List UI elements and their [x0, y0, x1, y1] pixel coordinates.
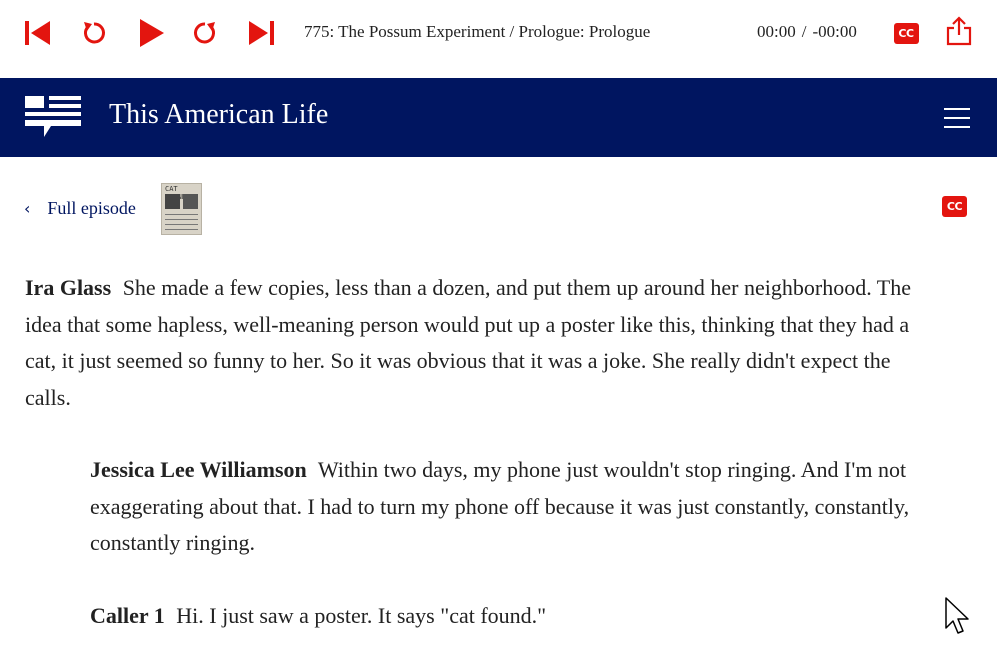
- share-icon: [946, 16, 972, 46]
- transcript: Ira Glass She made a few copies, less th…: [25, 270, 935, 648]
- transcript-text: She made a few copies, less than a dozen…: [25, 275, 912, 410]
- time-current: 00:00: [757, 22, 796, 41]
- full-episode-link[interactable]: ‹ Full episode: [24, 198, 136, 219]
- speaker-name: Caller 1: [90, 602, 165, 628]
- site-brand-name[interactable]: This American Life: [109, 99, 328, 131]
- closed-captions-button[interactable]: CC: [893, 21, 919, 45]
- site-logo[interactable]: [25, 96, 81, 143]
- share-button[interactable]: [946, 16, 972, 46]
- forward-icon: [194, 22, 215, 44]
- time-separator: /: [801, 22, 807, 41]
- episode-title: 775: The Possum Experiment / Prologue: P…: [304, 22, 651, 41]
- mouse-cursor-icon: [944, 596, 970, 641]
- transcript-cc-button[interactable]: CC: [942, 196, 967, 217]
- skip-back-button[interactable]: [24, 14, 52, 52]
- play-icon: [140, 19, 164, 47]
- skip-forward-icon: [249, 21, 274, 45]
- logo-icon: [25, 96, 81, 137]
- hamburger-menu-icon[interactable]: [944, 107, 972, 129]
- skip-forward-button[interactable]: [247, 14, 275, 52]
- episode-thumbnail[interactable]: CAT FOUND!: [161, 183, 202, 235]
- play-button[interactable]: [136, 14, 166, 52]
- closed-captions-icon: CC: [893, 22, 919, 44]
- transcript-text: Hi. I just saw a poster. It says "cat fo…: [176, 602, 547, 628]
- rewind-button[interactable]: [80, 14, 108, 52]
- skip-back-icon: [25, 21, 50, 45]
- transcript-paragraph: Caller 1 Hi. I just saw a poster. It say…: [90, 598, 935, 635]
- audio-player-bar: 775: The Possum Experiment / Prologue: P…: [0, 0, 997, 78]
- transcript-paragraph: Jessica Lee Williamson Within two days, …: [90, 452, 935, 562]
- chevron-left-icon: ‹: [24, 199, 31, 218]
- rewind-icon: [84, 22, 105, 44]
- time-remaining: -00:00: [812, 22, 857, 41]
- full-episode-label: Full episode: [47, 198, 136, 218]
- transcript-paragraph: Ira Glass She made a few copies, less th…: [25, 270, 935, 416]
- site-header: This American Life: [0, 78, 997, 157]
- speaker-name: Ira Glass: [25, 275, 112, 300]
- time-display: 00:00 / -00:00: [757, 22, 857, 42]
- speaker-name: Jessica Lee Williamson: [90, 457, 307, 482]
- closed-captions-icon: CC: [942, 196, 967, 217]
- forward-button[interactable]: [191, 14, 219, 52]
